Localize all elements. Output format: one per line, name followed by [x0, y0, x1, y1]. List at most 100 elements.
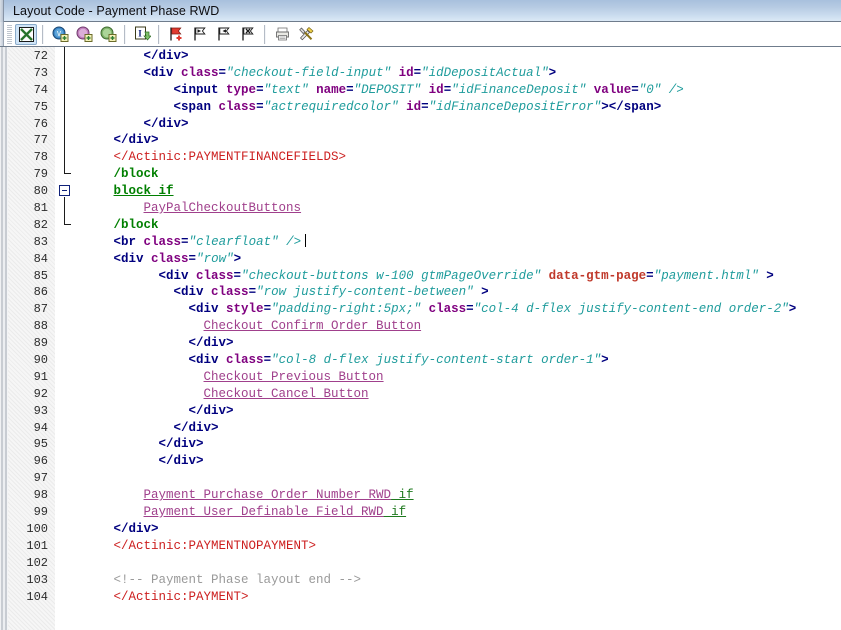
add-list-button[interactable] [97, 24, 119, 45]
fold-guide-line [64, 196, 65, 225]
code-text-area[interactable]: </div> <div class="checkout-field-input"… [74, 47, 841, 630]
grid-selector-button[interactable] [15, 23, 37, 45]
code-folding-margin[interactable] [55, 47, 74, 630]
fold-collapse-toggle[interactable] [59, 185, 70, 197]
code-line[interactable]: <div class="checkout-buttons w-100 gtmPa… [74, 268, 841, 285]
code-line[interactable]: /block [74, 166, 841, 183]
code-line[interactable] [74, 470, 841, 487]
code-editor[interactable]: 72 73 74 75 76 77 78 79 80 81 82 83 84 85 86 87 88 89 90 91… [0, 47, 841, 630]
code-token: PayPalCheckoutButtons [143, 201, 302, 216]
code-line[interactable]: </div> [74, 116, 841, 133]
code-line[interactable]: </Actinic:PAYMENTNOPAYMENT> [74, 538, 841, 555]
code-token: > [548, 65, 557, 80]
line-number: 87 [33, 302, 48, 317]
code-line[interactable]: <span class="actrequiredcolor" id="idFin… [74, 99, 841, 116]
code-line[interactable]: <div style="padding-right:5px;" class="c… [74, 301, 841, 318]
code-line[interactable]: </div> [74, 420, 841, 437]
code-token: = [181, 234, 189, 249]
fold-row [55, 419, 74, 436]
code-token: = [263, 353, 272, 368]
toolbar-drag-handle[interactable] [7, 24, 12, 44]
toolbar-group-layout [14, 23, 38, 45]
code-token: "padding-right:5px;" [271, 302, 422, 317]
code-line[interactable]: Checkout Confirm Order Button [74, 318, 841, 335]
add-variable-button[interactable]: V [49, 24, 71, 45]
code-line[interactable]: Checkout Previous Button [74, 369, 841, 386]
code-line[interactable]: </div> [74, 403, 841, 420]
add-variable-icon: V [52, 26, 69, 42]
code-token: = [466, 302, 474, 317]
code-token: = [421, 99, 429, 114]
code-token: = [256, 99, 264, 114]
code-token: > [601, 353, 609, 368]
flag-prev-button[interactable] [213, 24, 235, 45]
add-function-button[interactable] [73, 24, 95, 45]
code-line[interactable] [74, 555, 841, 572]
code-token: Checkout Previous Button [203, 369, 384, 384]
code-line[interactable]: <input type="text" name="DEPOSIT" id="id… [74, 82, 841, 99]
code-line[interactable]: </Actinic:PAYMENTFINANCEFIELDS> [74, 149, 841, 166]
code-token: <br [113, 234, 144, 249]
code-line[interactable]: <div class="row justify-content-between"… [74, 284, 841, 301]
code-token: = [646, 268, 654, 283]
code-token: id [406, 99, 422, 114]
flag-next-button[interactable] [189, 24, 211, 45]
code-line[interactable]: </div> [74, 132, 841, 149]
tools-button[interactable] [295, 24, 317, 45]
code-line[interactable]: PayPalCheckoutButtons [74, 200, 841, 217]
code-token: > [788, 302, 797, 317]
code-line[interactable]: </div> [74, 48, 841, 65]
code-line[interactable]: /block [74, 217, 841, 234]
add-flag-button[interactable] [165, 24, 187, 45]
code-token: <div [188, 302, 227, 317]
code-line[interactable]: </div> [74, 521, 841, 538]
insert-text-button[interactable]: I [131, 24, 153, 45]
code-token: class [196, 268, 234, 283]
line-number: 99 [33, 505, 48, 520]
code-line[interactable]: <div class="row"> [74, 251, 841, 268]
code-line[interactable]: </div> [74, 335, 841, 352]
delete-flag-button[interactable] [237, 24, 259, 45]
code-line[interactable]: </Actinic:PAYMENT> [74, 589, 841, 606]
line-number: 102 [26, 555, 48, 570]
code-token: </Actinic:PAYMENT> [113, 589, 249, 604]
line-number: 74 [33, 82, 48, 97]
code-line[interactable]: <div class="checkout-field-input" id="id… [74, 65, 841, 82]
code-line[interactable]: Checkout Cancel Button [74, 386, 841, 403]
line-number: 72 [33, 49, 48, 63]
print-button[interactable] [271, 24, 293, 45]
code-token: = [631, 82, 639, 97]
code-line[interactable]: Payment User Definable Field RWD if [74, 504, 841, 521]
code-line[interactable]: </div> [74, 453, 841, 470]
code-token: <!-- Payment Phase layout end --> [113, 572, 362, 587]
code-line[interactable]: block if [74, 183, 841, 200]
line-number: 98 [33, 488, 48, 503]
fold-row [55, 334, 74, 351]
code-line[interactable]: </div> [74, 436, 841, 453]
line-number: 89 [33, 336, 48, 351]
code-token: class [226, 353, 264, 368]
code-token: "clearfloat" [188, 234, 279, 249]
code-line[interactable]: Payment Purchase Order Number RWD if [74, 487, 841, 504]
fold-row [55, 537, 74, 554]
code-line[interactable]: <!-- Payment Phase layout end --> [74, 572, 841, 589]
code-token: /> [661, 82, 684, 97]
fold-row [55, 503, 74, 520]
line-number: 92 [33, 386, 48, 401]
code-line[interactable]: <div class="col-8 d-flex justify-content… [74, 352, 841, 369]
fold-row [55, 588, 74, 605]
code-token: class [218, 99, 257, 114]
code-line[interactable]: <br class="clearfloat" /> [74, 233, 841, 251]
